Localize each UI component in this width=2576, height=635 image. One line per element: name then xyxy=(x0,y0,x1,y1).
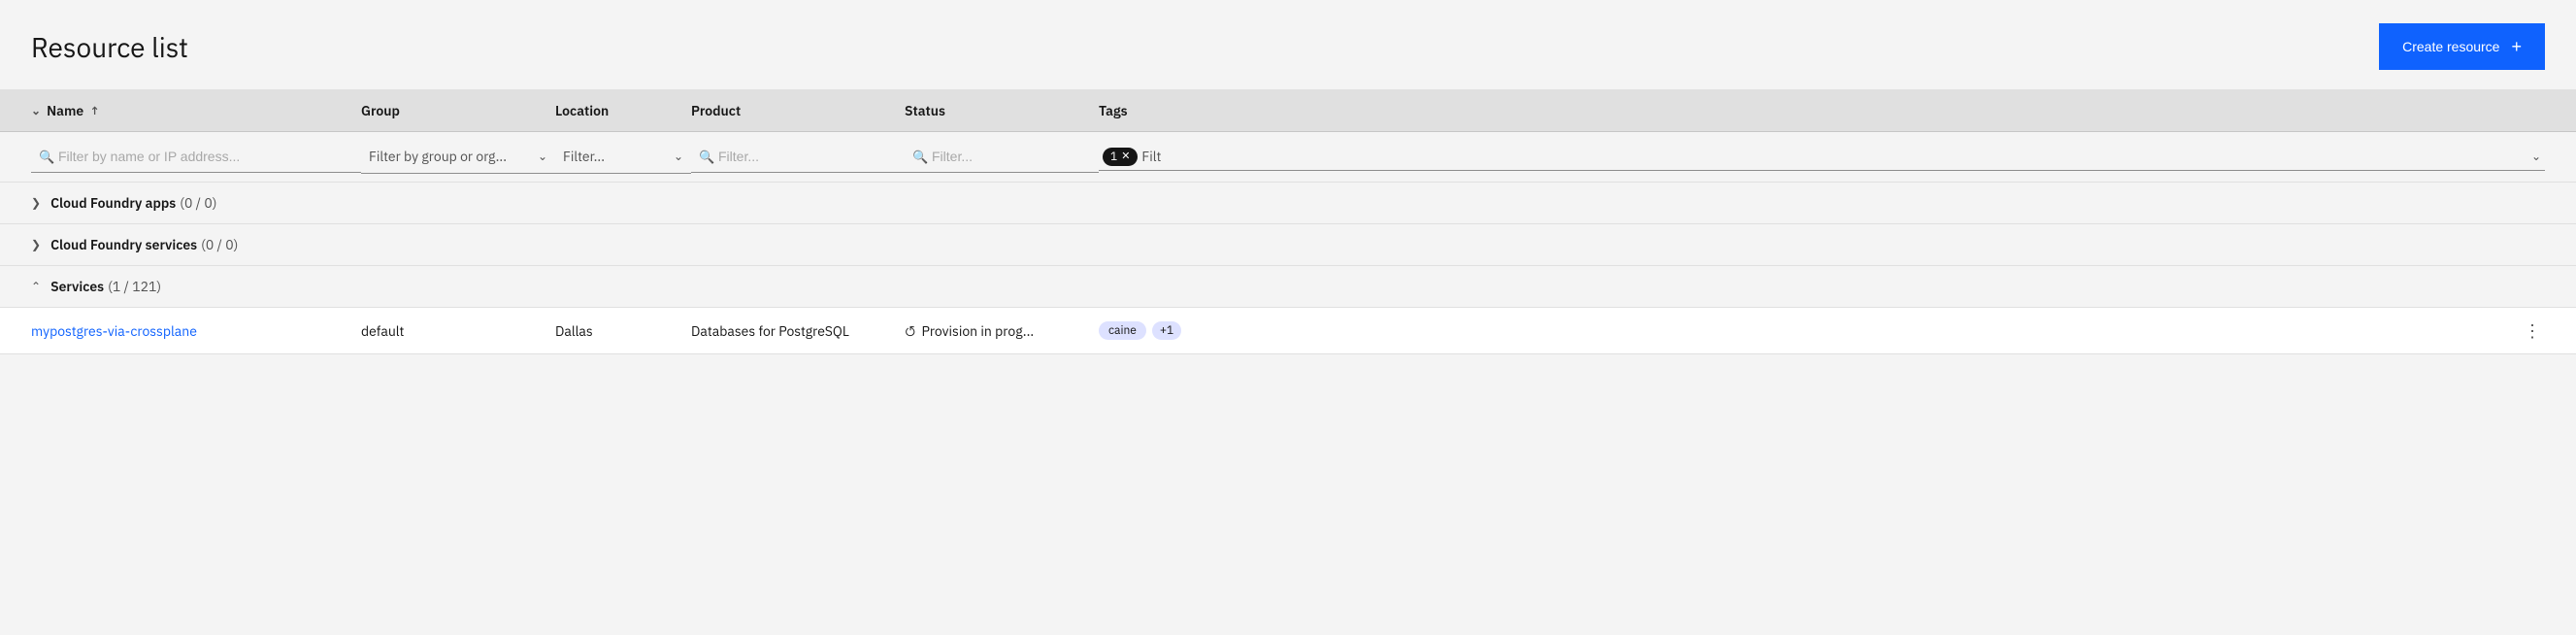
filter-tags-text: Filt xyxy=(1141,148,2527,165)
group-chevron-icon: ⌄ xyxy=(538,150,547,164)
active-tag-chip: 1 ✕ xyxy=(1103,148,1138,166)
table-row: mypostgres-via-crossplane default Dallas… xyxy=(0,308,2576,354)
tag-chip-close-icon[interactable]: ✕ xyxy=(1121,150,1130,163)
column-header-product: Product xyxy=(691,102,905,119)
create-resource-label: Create resource xyxy=(2402,39,2499,54)
page-title: Resource list xyxy=(31,29,188,65)
search-icon-product: 🔍 xyxy=(699,149,714,165)
filter-product-input[interactable] xyxy=(718,149,897,164)
table-body: ❯ Cloud Foundry apps (0 / 0) ❯ Cloud Fou… xyxy=(0,183,2576,354)
plus-icon: + xyxy=(2511,37,2522,57)
name-sort-icon: ↑ xyxy=(89,104,100,118)
filter-status-wrapper: 🔍 xyxy=(905,141,1099,173)
column-header-name[interactable]: ⌄ Name ↑ xyxy=(31,102,361,119)
data-cell-name[interactable]: mypostgres-via-crossplane xyxy=(31,322,361,340)
filter-location-dropdown[interactable]: Filter... ⌄ xyxy=(555,140,691,174)
data-cell-tags: caine +1 xyxy=(1099,321,2520,340)
page-header: Resource list Create resource + xyxy=(0,0,2576,90)
data-cell-location: Dallas xyxy=(555,322,691,340)
name-collapse-icon: ⌄ xyxy=(31,104,41,118)
section-cloud-foundry-services[interactable]: ❯ Cloud Foundry services (0 / 0) xyxy=(0,224,2576,266)
section-label-main-services: Services xyxy=(50,278,104,295)
tag-more[interactable]: +1 xyxy=(1152,321,1181,340)
section-cloud-foundry-apps[interactable]: ❯ Cloud Foundry apps (0 / 0) xyxy=(0,183,2576,224)
filter-name-input[interactable] xyxy=(31,141,361,173)
filter-group-dropdown[interactable]: Filter by group or org... ⌄ xyxy=(361,140,555,174)
section-count-main-services: (1 / 121) xyxy=(108,278,161,295)
filter-tags-wrapper: 1 ✕ Filt ⌄ xyxy=(1099,144,2545,171)
column-header-location: Location xyxy=(555,102,691,119)
section-count-apps: (0 / 0) xyxy=(180,194,216,212)
table-header-row: ⌄ Name ↑ Group Location Product Status T… xyxy=(0,90,2576,132)
filter-name-wrapper: 🔍 xyxy=(31,141,361,173)
provision-spinning-icon: ↺ xyxy=(905,322,915,340)
section-chevron-apps: ❯ xyxy=(31,196,41,211)
location-chevron-icon: ⌄ xyxy=(674,150,683,164)
section-chevron-main-services: ⌃ xyxy=(31,280,41,294)
column-header-group: Group xyxy=(361,102,555,119)
search-icon-status: 🔍 xyxy=(912,149,928,165)
data-cell-status: ↺ Provision in prog... xyxy=(905,322,1099,340)
row-overflow-menu-icon[interactable]: ⋮ xyxy=(2520,319,2545,342)
filter-location-text: Filter... xyxy=(563,148,605,165)
section-count-services: (0 / 0) xyxy=(201,236,238,253)
tag-caine[interactable]: caine xyxy=(1099,321,1146,340)
create-resource-button[interactable]: Create resource + xyxy=(2379,23,2545,70)
filter-product-wrapper: 🔍 xyxy=(691,141,905,173)
data-cell-product: Databases for PostgreSQL xyxy=(691,322,905,340)
status-text: Provision in prog... xyxy=(921,322,1034,340)
tags-chevron-icon[interactable]: ⌄ xyxy=(2531,150,2541,164)
search-icon-name: 🔍 xyxy=(39,149,54,165)
tag-chip-count: 1 xyxy=(1110,150,1117,164)
section-label-apps: Cloud Foundry apps xyxy=(50,194,176,212)
section-services[interactable]: ⌃ Services (1 / 121) xyxy=(0,266,2576,308)
filter-group-text: Filter by group or org... xyxy=(369,148,507,165)
column-name-label: Name xyxy=(47,102,83,119)
filter-status-input[interactable] xyxy=(932,149,1091,164)
column-header-tags: Tags xyxy=(1099,102,2545,119)
filter-row: 🔍 Filter by group or org... ⌄ Filter... … xyxy=(0,132,2576,183)
data-cell-group: default xyxy=(361,322,555,340)
section-label-services: Cloud Foundry services xyxy=(50,236,197,253)
section-chevron-services: ❯ xyxy=(31,238,41,252)
column-header-status: Status xyxy=(905,102,1099,119)
